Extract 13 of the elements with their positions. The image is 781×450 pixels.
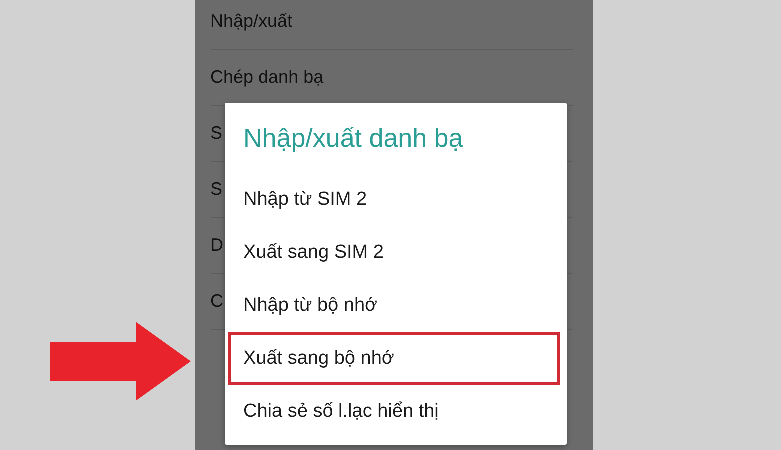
menu-item[interactable]: Nhập từ SIM 2 <box>228 173 560 226</box>
highlighted-menu-item[interactable]: Xuất sang bộ nhớ <box>228 332 560 385</box>
dialog-title: Nhập/xuất danh bạ <box>242 122 464 155</box>
settings-item[interactable]: Chép danh bạ <box>210 67 324 88</box>
menu-item[interactable]: Xuất sang SIM 2 <box>228 226 560 279</box>
arrow-icon <box>50 322 191 401</box>
settings-item[interactable]: C <box>210 291 224 312</box>
menu-item[interactable]: Nhập từ bộ nhớ <box>228 279 560 332</box>
settings-item[interactable]: S <box>210 179 223 200</box>
settings-item[interactable]: S <box>210 123 223 144</box>
settings-item[interactable]: Nhập/xuất <box>210 11 293 32</box>
menu-item[interactable]: Chia sẻ số l.lạc hiển thị <box>228 385 560 438</box>
settings-item[interactable]: D <box>210 235 224 256</box>
